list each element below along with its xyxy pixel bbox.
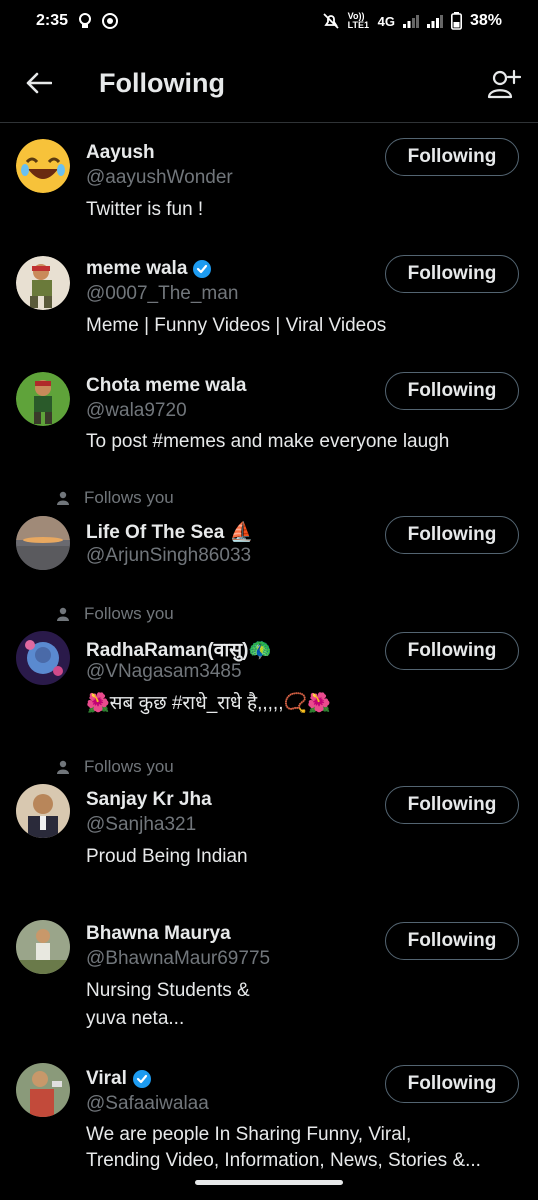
following-button[interactable]: Following [385,255,519,293]
following-button[interactable]: Following [385,1065,519,1103]
avatar[interactable] [16,631,70,685]
user-handle: @BhawnaMaur69775 [86,948,271,969]
avatar[interactable] [16,139,70,193]
user-handle: @ArjunSingh86033 [86,545,252,566]
user-handle: @Sanjha321 [86,814,197,835]
follows-you-label: Follows you [84,488,174,507]
user-handle: @wala9720 [86,400,187,421]
following-button[interactable]: Following [385,138,519,176]
bulb-notification-icon [78,13,92,29]
following-button[interactable]: Following [385,922,519,960]
verified-badge-icon [193,260,212,278]
follows-you-label: Follows you [84,757,174,776]
user-bio: 🌺सब कुछ #राधे_राधे है,,,,,📿🌺 [86,693,331,714]
user-name: RadhaRaman(वासु)🦚 [86,640,273,661]
volte-indicator: Vo)) LTE1 [347,11,369,30]
user-bio: Meme | Funny Videos | Viral Videos [86,315,387,336]
avatar[interactable] [16,784,70,838]
avatar[interactable] [16,1063,70,1117]
back-button[interactable] [22,66,56,100]
header: Following [0,44,538,123]
avatar[interactable] [16,372,70,426]
verified-badge-icon [132,1070,151,1088]
user-bio-line-2: Trending Video, Information, News, Stori… [86,1150,481,1171]
user-name: Aayush [86,142,155,163]
user-name: Chota meme wala [86,375,247,396]
avatar[interactable] [16,516,70,570]
app-notification-icon [102,13,119,29]
status-time: 2:35 [36,12,69,29]
user-name: meme wala [86,258,188,279]
user-handle: @VNagasam3485 [86,661,242,682]
user-handle: @0007_The_man [86,283,239,304]
page-title: Following [99,68,225,98]
user-bio: Twitter is fun ! [86,199,204,220]
user-handle: @aayushWonder [86,167,233,188]
battery-icon [450,12,462,30]
follows-you-indicator: Follows you [56,604,174,624]
user-name: Bhawna Maurya [86,923,231,944]
network-type: 4G [377,13,395,29]
person-icon [57,760,69,774]
user-bio: We are people In Sharing Funny, Viral, [86,1124,412,1145]
gesture-navigation-bar[interactable] [195,1180,343,1185]
user-handle: @Safaaiwalaa [86,1093,209,1114]
user-name: Life Of The Sea ⛵ [86,522,254,543]
following-button[interactable]: Following [385,516,519,554]
avatar[interactable] [16,920,70,974]
user-bio: Nursing Students & [86,980,250,1001]
arrow-left-icon [26,72,52,94]
user-name: Viral [86,1068,127,1089]
person-icon [57,607,69,621]
follows-you-indicator: Follows you [56,757,174,777]
add-user-button[interactable] [484,64,524,104]
following-button[interactable]: Following [385,786,519,824]
add-user-icon [487,69,521,99]
user-name: Sanjay Kr Jha [86,789,212,810]
user-bio: Proud Being Indian [86,846,248,867]
status-bar: 2:35 Vo)) LTE1 4G 38% [0,0,538,44]
follows-you-label: Follows you [84,604,174,623]
following-button[interactable]: Following [385,632,519,670]
mute-icon [322,12,340,30]
follows-you-indicator: Follows you [56,488,174,508]
avatar[interactable] [16,256,70,310]
following-button[interactable]: Following [385,372,519,410]
battery-level: 38% [469,12,502,29]
user-bio: To post #memes and make everyone laugh [86,431,450,452]
user-bio-line-2: yuva neta... [86,1008,185,1029]
signal-icon [402,14,419,28]
signal-icon-2 [426,14,443,28]
person-icon [57,491,69,505]
